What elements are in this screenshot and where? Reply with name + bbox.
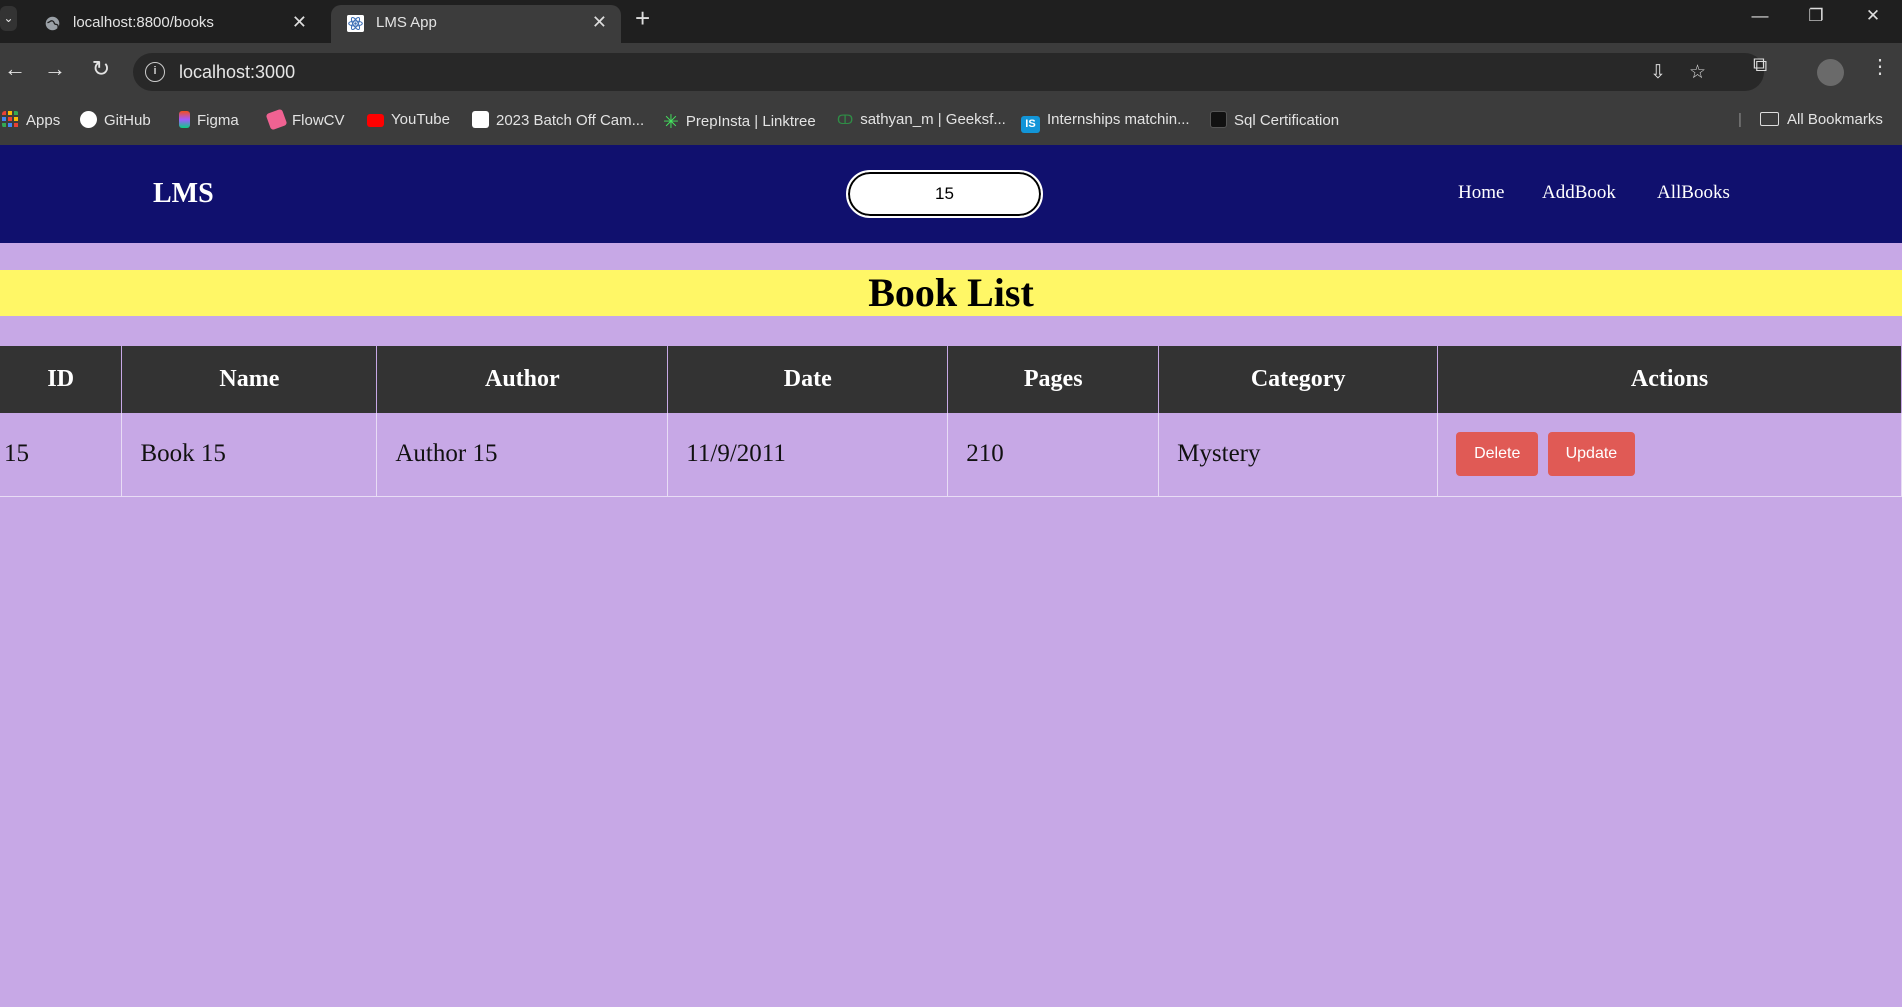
bookmark-apps[interactable]: Apps	[2, 111, 60, 129]
tab-title: localhost:8800/books	[73, 14, 214, 31]
app-brand[interactable]: LMS	[153, 178, 214, 210]
books-table: ID Name Author Date Pages Category Actio…	[0, 345, 1902, 497]
flowcv-icon	[265, 108, 288, 131]
bookmark-label: Figma	[197, 112, 239, 129]
address-bar[interactable]: i localhost:3000 ⇩ ☆	[133, 53, 1764, 91]
all-bookmarks[interactable]: All Bookmarks	[1760, 111, 1883, 128]
table-row: 15 Book 15 Author 15 11/9/2011 210 Myste…	[0, 412, 1902, 497]
tab-strip: ⌄ localhost:8800/books ✕ LMS App ✕ + — ❐…	[0, 0, 1902, 43]
table-header-row: ID Name Author Date Pages Category Actio…	[0, 345, 1902, 413]
column-header-actions: Actions	[1437, 345, 1902, 413]
column-header-id: ID	[0, 345, 123, 413]
nav-allbooks[interactable]: AllBooks	[1657, 182, 1730, 204]
column-header-category: Category	[1158, 345, 1439, 413]
bookmark-star-icon[interactable]: ☆	[1689, 61, 1706, 84]
page-title: Book List	[0, 270, 1902, 316]
bookmark-label: GitHub	[104, 112, 151, 129]
cell-author: Author 15	[376, 412, 669, 497]
bookmark-label: Internships matchin...	[1047, 111, 1190, 128]
youtube-icon	[367, 114, 384, 127]
new-tab-icon[interactable]: +	[635, 3, 650, 34]
restore-icon[interactable]: ❐	[1796, 6, 1836, 26]
nav-home[interactable]: Home	[1458, 182, 1504, 204]
bookmark-figma[interactable]: Figma	[179, 111, 239, 129]
tab-books[interactable]: localhost:8800/books ✕	[28, 5, 321, 43]
tab-lms-app[interactable]: LMS App ✕	[331, 5, 621, 43]
internshala-icon: IS	[1021, 116, 1040, 133]
site-info-icon[interactable]: i	[145, 62, 165, 82]
back-icon[interactable]: ←	[0, 56, 30, 82]
react-icon	[347, 15, 364, 32]
linktree-icon: ✳	[663, 112, 679, 133]
bookmark-label: Apps	[26, 112, 61, 129]
cell-category: Mystery	[1158, 412, 1439, 497]
update-button[interactable]: Update	[1547, 432, 1636, 477]
bookmark-label: FlowCV	[292, 112, 345, 129]
lms-app: LMS Home AddBook AllBooks Book List ID N…	[0, 145, 1902, 1007]
bookmark-github[interactable]: GitHub	[80, 111, 151, 129]
bookmark-flowcv[interactable]: FlowCV	[265, 108, 345, 131]
bookmark-prepinsta[interactable]: ✳ PrepInsta | Linktree	[663, 111, 816, 134]
all-bookmarks-label: All Bookmarks	[1787, 111, 1883, 128]
bookmark-geeksforgeeks[interactable]: ↀ sathyan_m | Geeksf...	[837, 111, 1006, 128]
column-header-name: Name	[121, 345, 378, 413]
browser-chrome: ⌄ localhost:8800/books ✕ LMS App ✕ + — ❐…	[0, 0, 1902, 145]
cell-date: 11/9/2011	[667, 412, 949, 497]
nav-addbook[interactable]: AddBook	[1542, 182, 1616, 204]
hackerrank-icon	[1210, 111, 1227, 128]
bookmark-internshala[interactable]: IS Internships matchin...	[1021, 111, 1190, 133]
cell-pages: 210	[947, 412, 1160, 497]
bookmark-label: PrepInsta | Linktree	[685, 113, 816, 130]
column-header-author: Author	[376, 345, 669, 413]
cell-id: 15	[0, 412, 123, 497]
close-tab-icon[interactable]: ✕	[292, 12, 307, 33]
cell-actions: Delete Update	[1437, 412, 1902, 497]
search-input[interactable]	[846, 170, 1043, 218]
install-app-icon[interactable]: ⇩	[1650, 61, 1666, 84]
page-icon	[472, 111, 489, 128]
delete-button[interactable]: Delete	[1456, 432, 1539, 477]
figma-icon	[179, 111, 190, 128]
forward-icon[interactable]: →	[40, 56, 70, 82]
globe-icon	[45, 16, 60, 31]
bookmark-label: Sql Certification	[1234, 112, 1340, 129]
column-header-pages: Pages	[947, 345, 1160, 413]
minimize-icon[interactable]: —	[1740, 6, 1780, 26]
column-header-date: Date	[667, 345, 949, 413]
cell-name: Book 15	[121, 412, 378, 497]
bookmark-youtube[interactable]: YouTube	[367, 111, 450, 128]
profile-avatar[interactable]	[1817, 59, 1844, 86]
bookmarks-bar: Apps GitHub Figma FlowCV YouTube 2023 Ba…	[0, 98, 1902, 145]
geeksforgeeks-icon: ↀ	[837, 112, 854, 127]
bookmarks-divider: |	[1738, 111, 1742, 128]
close-window-icon[interactable]: ✕	[1853, 6, 1893, 26]
close-tab-icon[interactable]: ✕	[592, 12, 607, 33]
bookmark-2023-batch[interactable]: 2023 Batch Off Cam...	[472, 111, 644, 129]
browser-menu-icon[interactable]: ⋮	[1870, 54, 1890, 79]
tab-title: LMS App	[376, 14, 437, 31]
address-url[interactable]: localhost:3000	[179, 62, 295, 83]
github-icon	[80, 111, 97, 128]
app-navbar: LMS Home AddBook AllBooks	[0, 145, 1902, 243]
bookmark-label: YouTube	[391, 111, 450, 128]
bookmark-label: sathyan_m | Geeksf...	[860, 111, 1006, 128]
browser-toolbar: ← → ↻ i localhost:3000 ⇩ ☆ ⧉ ⋮	[0, 43, 1902, 98]
reload-icon[interactable]: ↻	[86, 56, 116, 82]
extensions-icon[interactable]: ⧉	[1753, 54, 1767, 77]
tab-search-button[interactable]: ⌄	[0, 6, 17, 31]
apps-grid-icon	[2, 111, 18, 127]
folder-icon	[1760, 112, 1779, 126]
bookmark-sql-certification[interactable]: Sql Certification	[1210, 111, 1339, 129]
bookmark-label: 2023 Batch Off Cam...	[496, 112, 645, 129]
